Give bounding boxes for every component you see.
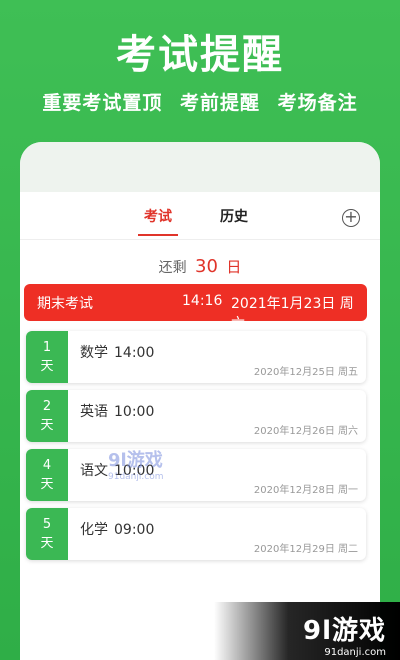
pinned-exam-date: 2021年1月23日 周六 <box>231 296 354 332</box>
exam-time: 14:00 <box>114 345 155 361</box>
watermark-text: 9l游戏 <box>108 450 163 471</box>
countdown-days: 30 <box>195 256 218 277</box>
exam-subject: 语文 <box>80 463 108 479</box>
promo-title: 考试提醒 <box>116 32 284 78</box>
exam-subject: 化学 <box>80 522 108 538</box>
exam-info: 英语 10:00 <box>80 401 154 421</box>
days-badge: 4 天 <box>26 449 68 501</box>
watermark-logo: 9l游戏 91danji.com <box>108 446 204 482</box>
exam-card[interactable]: 2 天 英语 10:00 2020年12月26日 周六 <box>26 390 366 442</box>
status-bar <box>20 142 380 192</box>
pinned-exam-subject: 期末考试 <box>37 296 93 312</box>
exam-date: 2020年12月28日 周一 <box>253 485 358 496</box>
promo-subtitle: 重要考试置顶 考前提醒 考场备注 <box>42 92 358 114</box>
days-badge: 2 天 <box>26 390 68 442</box>
exam-date: 2020年12月25日 周五 <box>253 367 358 378</box>
exam-card[interactable]: 5 天 化学 09:00 2020年12月29日 周二 <box>26 508 366 560</box>
pinned-exam-row[interactable]: 期末考试 14:16 2021年1月23日 周六 <box>24 284 367 332</box>
countdown-prefix: 还剩 <box>158 260 187 276</box>
countdown: 还剩 30 日 <box>20 256 380 277</box>
tab-history[interactable]: 历史 <box>220 206 248 226</box>
corner-logo-url: 91danji.com <box>324 647 386 658</box>
exam-date: 2020年12月29日 周二 <box>253 544 358 555</box>
days-count: 4 <box>42 458 52 473</box>
exam-time: 09:00 <box>114 522 155 538</box>
tab-exam[interactable]: 考试 <box>138 206 178 236</box>
exam-time: 10:00 <box>114 404 155 420</box>
exam-date: 2020年12月26日 周六 <box>253 426 358 437</box>
days-unit: 天 <box>40 418 54 433</box>
exam-info: 数学 14:00 <box>80 342 154 362</box>
exam-card[interactable]: 1 天 数学 14:00 2020年12月25日 周五 <box>26 331 366 383</box>
exam-subject: 英语 <box>80 404 108 420</box>
exam-info: 化学 09:00 <box>80 519 154 539</box>
corner-watermark-logo: 9l游戏 91danji.com <box>214 602 400 660</box>
phone-screen: 考试 历史 + 还剩 30 日 期末考试 14:16 2021年1月23日 周六… <box>20 142 380 660</box>
days-count: 5 <box>42 517 52 532</box>
tab-bar: 考试 历史 + <box>20 192 380 240</box>
watermark-url: 91danji.com <box>108 472 164 482</box>
corner-logo-text: 9l游戏 <box>302 616 386 646</box>
countdown-unit: 日 <box>226 258 242 276</box>
plus-circle-icon[interactable]: + <box>342 209 360 227</box>
exam-subject: 数学 <box>80 345 108 361</box>
pinned-exam-time: 14:16 <box>182 293 223 309</box>
days-count: 2 <box>42 399 52 414</box>
days-unit: 天 <box>40 536 54 551</box>
days-unit: 天 <box>40 359 54 374</box>
days-badge: 1 天 <box>26 331 68 383</box>
days-count: 1 <box>42 340 52 355</box>
days-unit: 天 <box>40 477 54 492</box>
days-badge: 5 天 <box>26 508 68 560</box>
